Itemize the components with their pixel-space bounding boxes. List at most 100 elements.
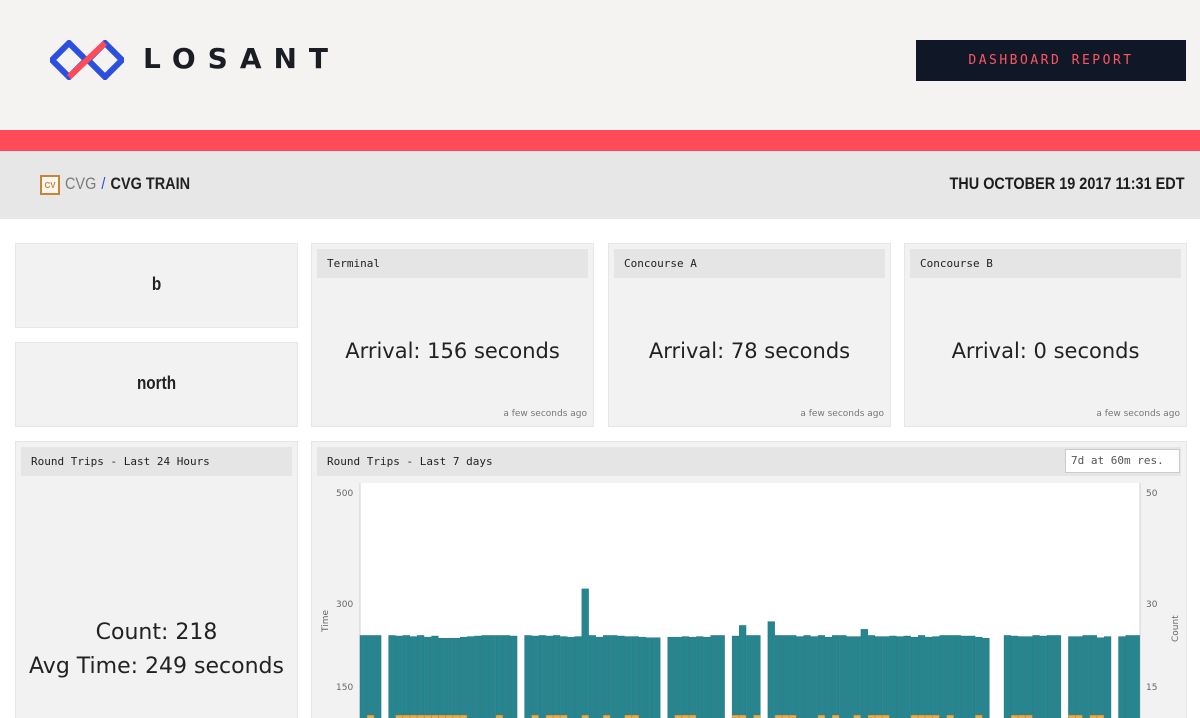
right-tick-label: 30 [1146, 600, 1158, 610]
time-bar [638, 636, 647, 718]
time-bar [1068, 636, 1076, 718]
time-bar [860, 629, 868, 718]
time-bar [975, 636, 983, 718]
time-bar [832, 635, 840, 718]
time-bar [875, 636, 883, 718]
right-tick-label: 50 [1146, 489, 1158, 499]
time-bar [1053, 635, 1062, 718]
time-bar [1125, 635, 1133, 718]
time-bar [567, 636, 575, 718]
time-bar [824, 636, 833, 718]
time-bar [1003, 635, 1011, 718]
time-bar [588, 635, 596, 718]
losant-logo-icon [50, 40, 124, 80]
label-b: b [151, 274, 162, 294]
time-bar [853, 636, 861, 718]
time-bar [502, 635, 511, 718]
breadcrumb-current: CVG TRAIN [110, 174, 191, 193]
time-bar [939, 635, 947, 718]
concourse-b-arrival-value: Arrival: 0 seconds [951, 339, 1140, 363]
time-bar [703, 636, 711, 718]
concourse-b-tile: Concourse B Arrival: 0 seconds a few sec… [904, 243, 1187, 427]
concourse-a-updated-time: a few seconds ago [800, 409, 884, 419]
time-bar [624, 636, 632, 718]
time-bar [810, 636, 818, 718]
label-tile-b: b [15, 243, 298, 328]
concourse-a-arrival-value: Arrival: 78 seconds [648, 339, 851, 363]
report-timestamp: THU OCTOBER 19 2017 11:31 EDT [949, 174, 1185, 193]
time-bar [1010, 635, 1019, 718]
time-bar [982, 638, 990, 718]
time-bar [674, 636, 682, 718]
time-bar [817, 635, 825, 718]
time-bar [839, 635, 847, 718]
time-bar [524, 635, 532, 718]
time-bar [424, 636, 432, 718]
time-bar [903, 635, 911, 718]
dashboard-report-button[interactable]: DASHBOARD REPORT [916, 40, 1186, 81]
time-bar [581, 588, 589, 718]
terminal-updated-time: a few seconds ago [503, 409, 587, 419]
time-bar [696, 636, 704, 718]
time-bar [896, 636, 904, 718]
time-bar [739, 625, 747, 718]
time-bar [1046, 635, 1054, 718]
time-bar [753, 635, 761, 718]
round-trips-avg-time: Avg Time: 249 seconds [29, 654, 284, 679]
time-bar [409, 636, 418, 718]
time-bar [717, 635, 725, 718]
time-bar [846, 636, 854, 718]
time-bar [688, 636, 697, 718]
application-icon: CV [40, 175, 60, 195]
time-bar [388, 635, 396, 718]
time-bar [803, 635, 811, 718]
round-trips-count: Count: 218 [95, 620, 218, 645]
left-tick-label: 150 [336, 683, 353, 693]
time-bar [481, 635, 489, 718]
time-bar [395, 635, 403, 718]
time-bar [488, 635, 496, 718]
time-bar [932, 636, 940, 718]
concourse-a-title: Concourse A [614, 249, 885, 278]
time-bar [731, 635, 740, 718]
time-bar [510, 635, 518, 718]
concourse-b-updated-time: a few seconds ago [1096, 409, 1180, 419]
left-tick-label: 500 [336, 489, 353, 499]
time-bar [968, 635, 976, 718]
time-bar [631, 636, 639, 718]
time-bar [1096, 637, 1105, 718]
time-bar [495, 635, 503, 718]
terminal-title: Terminal [317, 249, 588, 278]
time-bar [910, 636, 918, 718]
time-bar [417, 635, 425, 718]
left-tick-label: 300 [336, 600, 353, 610]
right-tick-label: 15 [1146, 683, 1157, 693]
time-bar [531, 635, 539, 718]
accent-band [0, 130, 1200, 151]
time-bar [538, 635, 546, 718]
round-trips-7d-chart: 500 300 150 50 30 15 Time Count [321, 483, 1181, 718]
breadcrumb-root-link[interactable]: CVG [65, 174, 96, 193]
label-tile-north: north [15, 342, 298, 427]
time-bar [646, 637, 654, 718]
y-axis-label-left: Time [321, 610, 331, 633]
time-bar [946, 635, 954, 718]
time-bar [774, 635, 783, 718]
time-bar [1032, 635, 1040, 718]
time-bar [925, 636, 933, 718]
time-bar [1075, 636, 1083, 718]
time-bar [359, 635, 367, 718]
time-bar [445, 638, 453, 718]
time-bar [374, 635, 382, 718]
time-bar [681, 636, 689, 718]
time-bar [1025, 636, 1033, 718]
time-bar [667, 636, 675, 718]
time-bar [953, 635, 961, 718]
time-bar [402, 635, 410, 718]
time-bar [1104, 636, 1112, 718]
time-bar [960, 635, 969, 718]
terminal-tile: Terminal Arrival: 156 seconds a few seco… [311, 243, 594, 427]
time-bar [560, 636, 568, 718]
time-bar [1082, 635, 1090, 718]
concourse-a-tile: Concourse A Arrival: 78 seconds a few se… [608, 243, 891, 427]
